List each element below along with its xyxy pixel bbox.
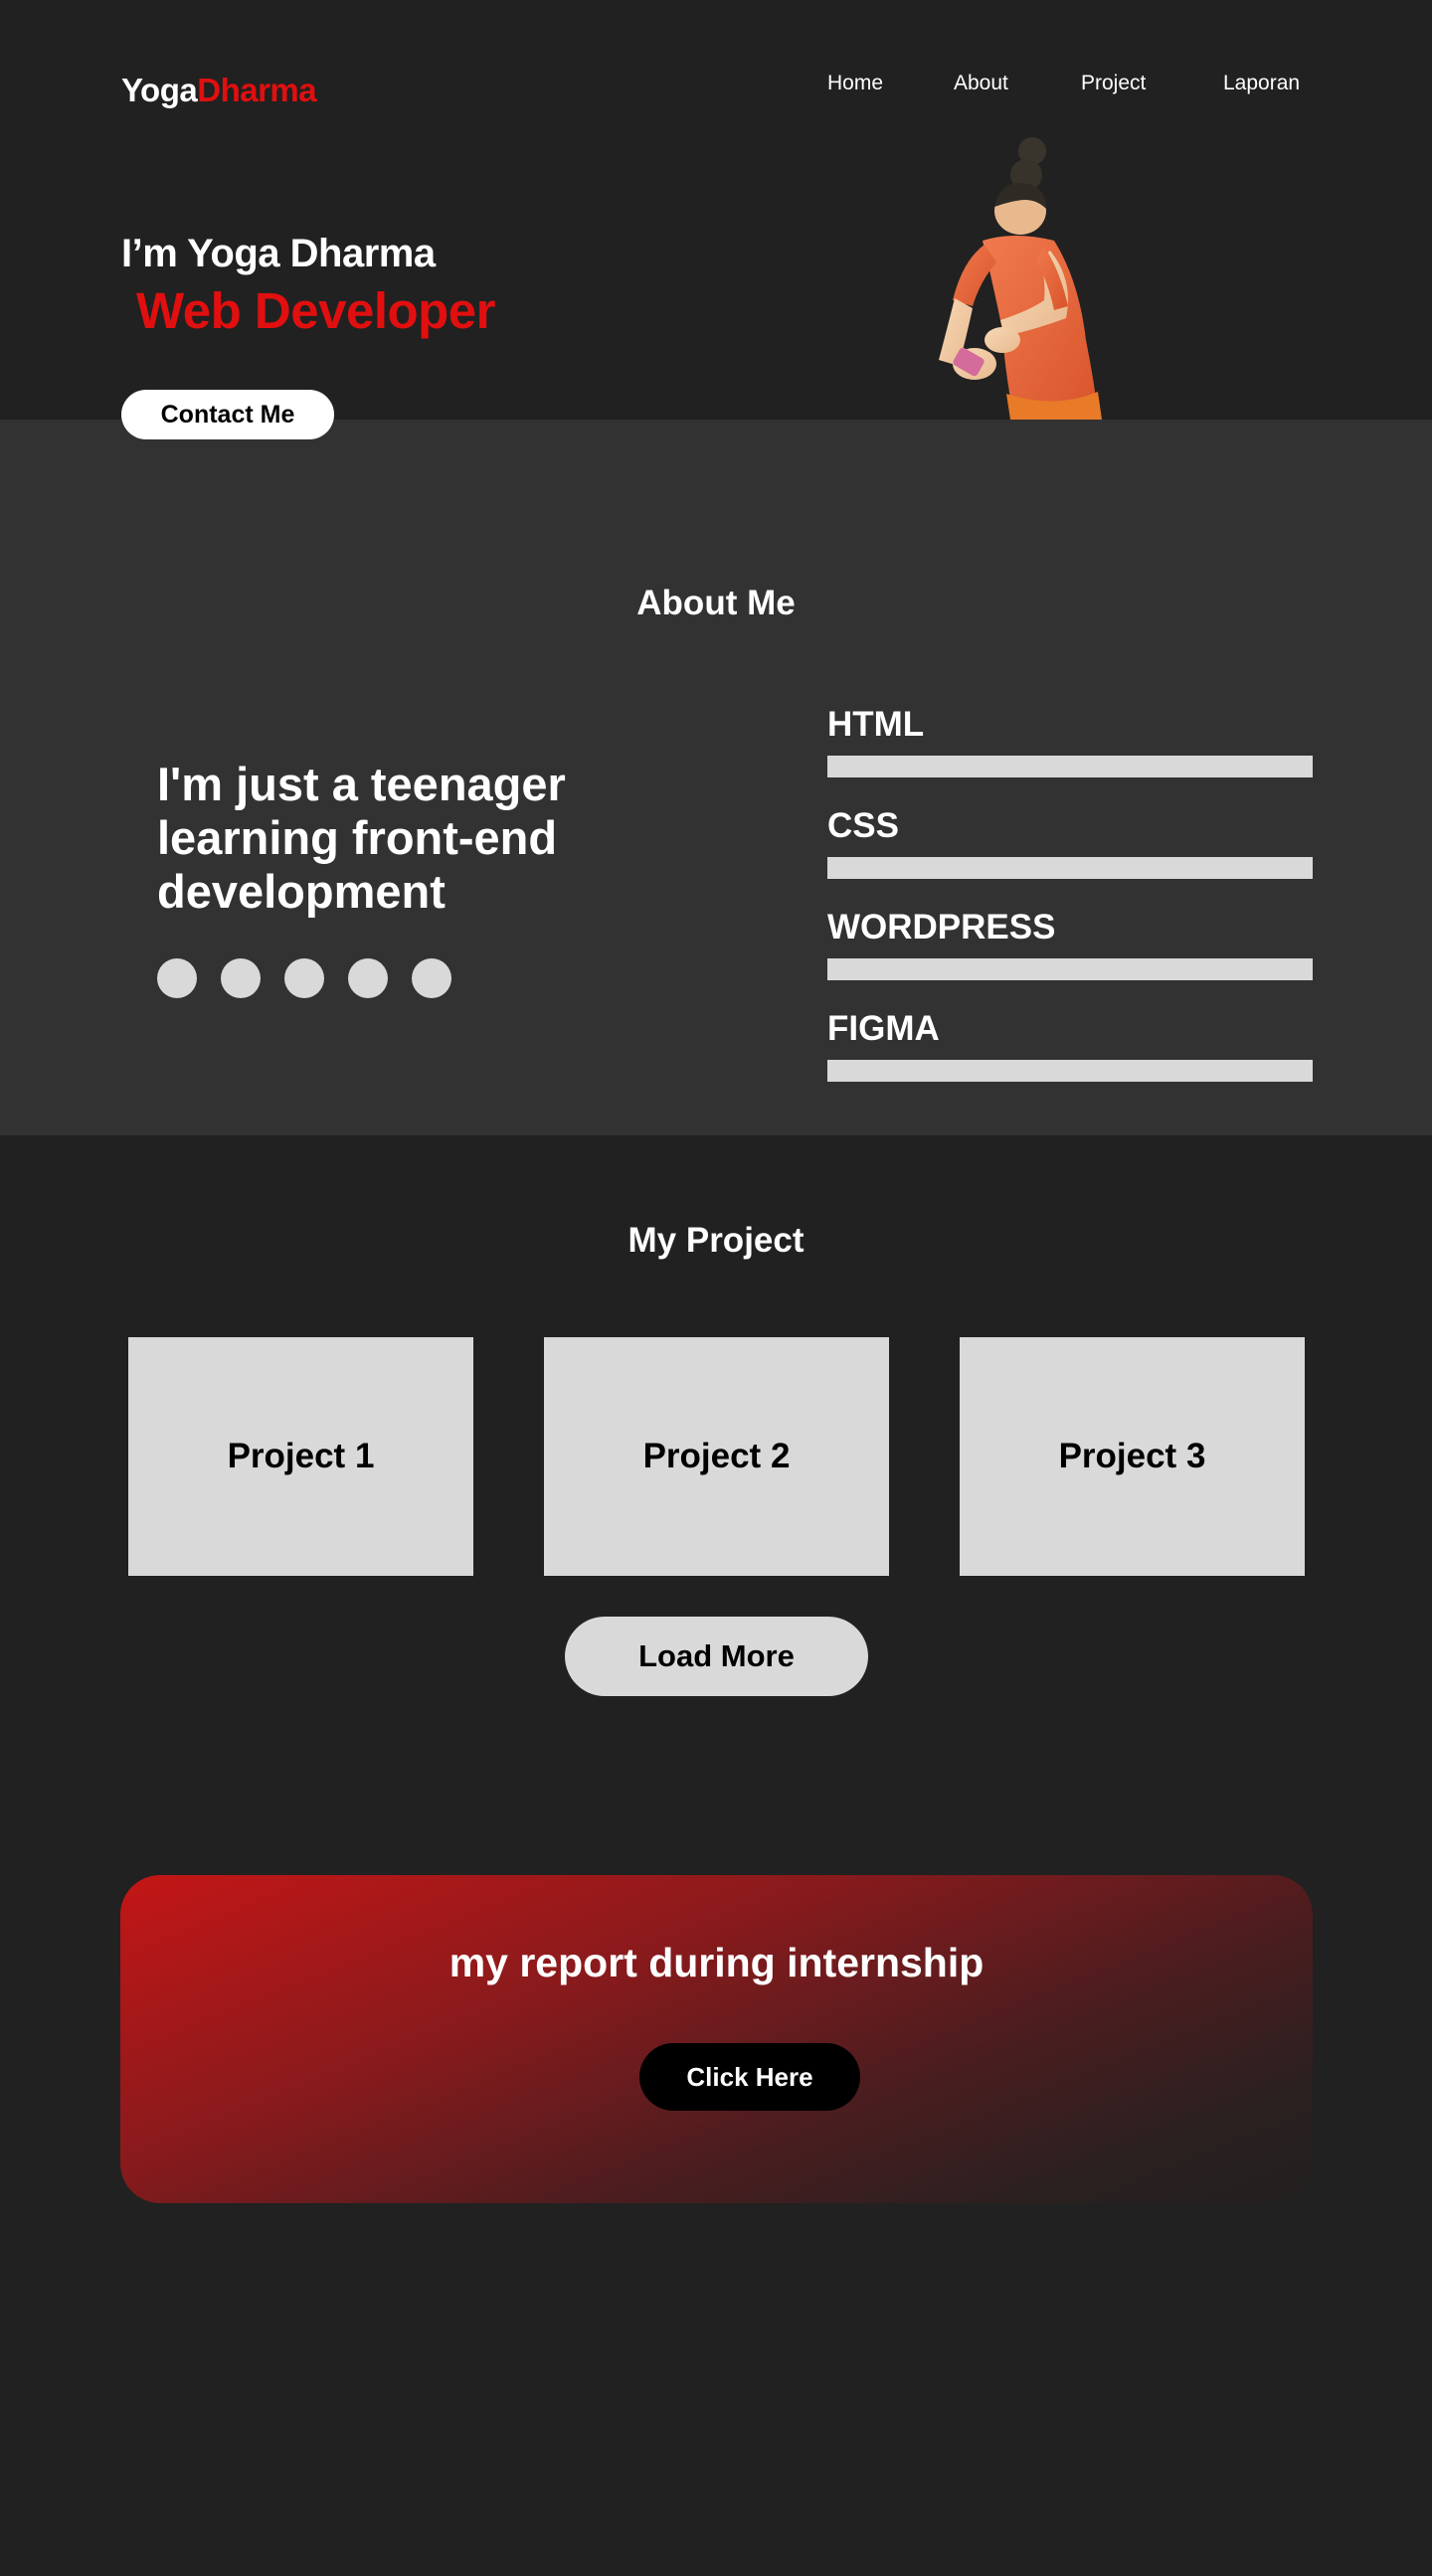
project-card-2[interactable]: Project 2 bbox=[544, 1337, 889, 1576]
projects-title: My Project bbox=[627, 1221, 805, 1260]
hero-role: Web Developer bbox=[136, 282, 496, 339]
skill-bar-fill bbox=[827, 857, 1313, 879]
project-card-3[interactable]: Project 3 bbox=[960, 1337, 1305, 1576]
report-title: my report during internship bbox=[448, 1940, 984, 1985]
skill-bar bbox=[827, 857, 1313, 879]
social-icon-4[interactable] bbox=[348, 958, 388, 998]
project-grid: Project 1 Project 2 Project 3 bbox=[128, 1337, 1305, 1576]
skill-bar-fill bbox=[827, 756, 1313, 777]
about-tagline: I'm just a teenager learning front-end d… bbox=[157, 758, 566, 918]
skill-item: CSS bbox=[827, 806, 1313, 908]
skill-name: HTML bbox=[827, 705, 925, 744]
skill-item: FIGMA bbox=[827, 1009, 1313, 1111]
hero-section: YogaDharma Home About Project Laporan I’… bbox=[0, 0, 1432, 420]
skill-bar bbox=[827, 756, 1313, 777]
click-here-button[interactable]: Click Here bbox=[639, 2043, 860, 2111]
skill-bar-fill bbox=[827, 1060, 1313, 1082]
contact-me-button[interactable]: Contact Me bbox=[121, 390, 334, 439]
social-links bbox=[157, 958, 451, 998]
hero-greeting: I’m Yoga Dharma bbox=[121, 232, 436, 275]
nav-link-laporan[interactable]: Laporan bbox=[1223, 72, 1300, 95]
nav-link-project[interactable]: Project bbox=[1081, 72, 1146, 95]
skill-bar-fill bbox=[827, 958, 1313, 980]
social-icon-3[interactable] bbox=[284, 958, 324, 998]
person-with-phone-illustration bbox=[939, 137, 1102, 420]
skill-name: WORDPRESS bbox=[827, 908, 1056, 946]
nav-link-about[interactable]: About bbox=[954, 72, 1008, 95]
social-icon-2[interactable] bbox=[221, 958, 261, 998]
skill-name: FIGMA bbox=[827, 1009, 940, 1048]
skill-bar bbox=[827, 958, 1313, 980]
main-nav: Home About Project Laporan bbox=[0, 72, 1432, 101]
skill-bar bbox=[827, 1060, 1313, 1082]
about-section: About Me I'm just a teenager learning fr… bbox=[0, 420, 1432, 1135]
social-icon-1[interactable] bbox=[157, 958, 197, 998]
skill-item: WORDPRESS bbox=[827, 908, 1313, 1009]
about-title: About Me bbox=[636, 584, 796, 622]
skills-list: HTML CSS WORDPRESS FIGMA bbox=[827, 705, 1313, 1111]
report-banner: my report during internship Click Here bbox=[120, 1875, 1313, 2203]
nav-link-home[interactable]: Home bbox=[827, 72, 883, 95]
social-icon-5[interactable] bbox=[412, 958, 451, 998]
load-more-button[interactable]: Load More bbox=[565, 1617, 868, 1696]
skill-item: HTML bbox=[827, 705, 1313, 806]
skill-name: CSS bbox=[827, 806, 899, 845]
project-card-1[interactable]: Project 1 bbox=[128, 1337, 473, 1576]
